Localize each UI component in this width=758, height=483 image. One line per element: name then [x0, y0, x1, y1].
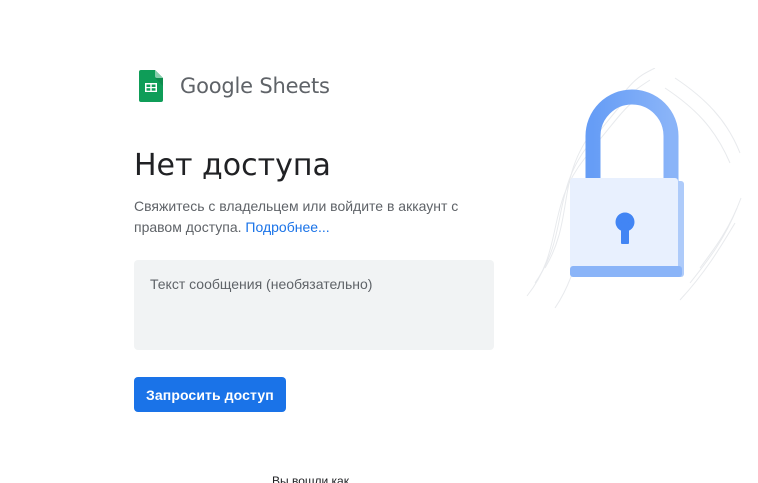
message-input[interactable] [134, 260, 494, 350]
access-denied-page: Google Sheets Нет доступа Свяжитесь с вл… [0, 0, 758, 483]
padlock-icon [526, 68, 742, 309]
page-description: Свяжитесь с владельцем или войдите в акк… [134, 196, 494, 238]
page-title: Нет доступа [134, 148, 331, 183]
signed-in-label: Вы вошли как [272, 474, 349, 483]
google-sheets-icon [139, 70, 163, 102]
padlock-base [570, 266, 682, 277]
padlock-shackle [585, 89, 679, 183]
learn-more-link[interactable]: Подробнее... [245, 219, 329, 235]
keyhole-slot [621, 222, 629, 244]
request-access-button[interactable]: Запросить доступ [134, 377, 286, 412]
brand-name: Google Sheets [180, 74, 330, 98]
brand: Google Sheets [139, 70, 330, 102]
